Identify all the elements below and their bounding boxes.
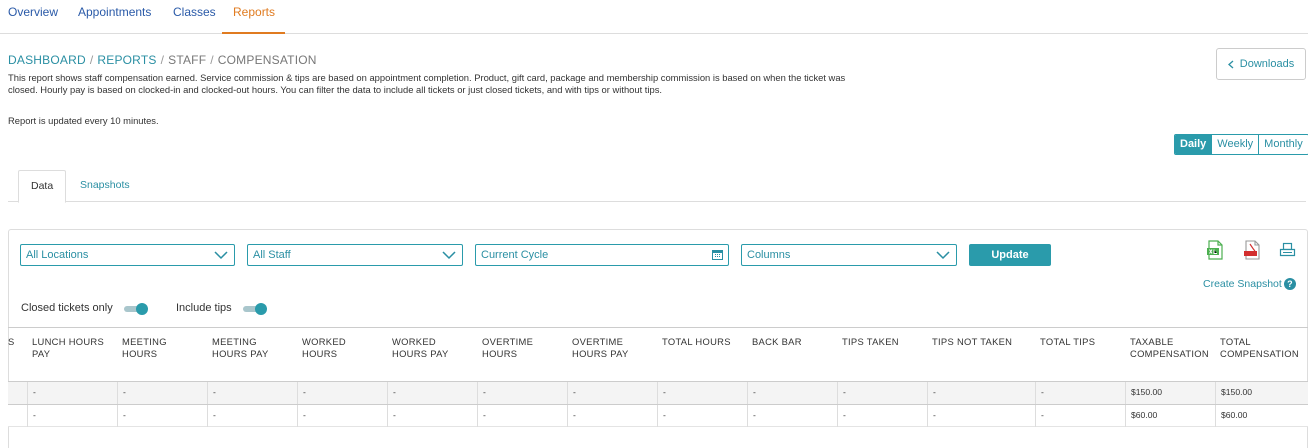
- table-cell: -: [297, 405, 387, 427]
- tab-overview[interactable]: Overview: [8, 0, 58, 34]
- table-cell: -: [747, 405, 837, 427]
- period-daily[interactable]: Daily: [1175, 135, 1212, 154]
- breadcrumb-separator: /: [89, 53, 94, 67]
- table-cell: -: [477, 382, 567, 404]
- downloads-label: Downloads: [1239, 58, 1295, 70]
- column-header[interactable]: OVERTIME HOURS: [482, 336, 564, 359]
- breadcrumb-separator: /: [210, 53, 214, 67]
- downloads-button[interactable]: Downloads: [1216, 48, 1306, 80]
- columns-select[interactable]: Columns: [741, 244, 957, 266]
- table-cell: $60.00: [1125, 405, 1215, 427]
- period-monthly[interactable]: Monthly: [1258, 135, 1308, 154]
- breadcrumb-dashboard[interactable]: DASHBOARD: [8, 53, 86, 67]
- report-subtabs: Data Snapshots: [8, 170, 1306, 203]
- column-header[interactable]: LUNCH HOURS PAY: [32, 336, 114, 359]
- column-header[interactable]: MEETING HOURS PAY: [212, 336, 294, 359]
- table-cell: -: [657, 382, 747, 404]
- chevron-left-icon: [1227, 60, 1234, 68]
- table-cell: -: [27, 405, 117, 427]
- table-cell: -: [477, 405, 567, 427]
- table-cell: -: [927, 405, 1035, 427]
- table-cell: -: [657, 405, 747, 427]
- column-header[interactable]: OVERTIME HOURS PAY: [572, 336, 654, 359]
- column-header[interactable]: BACK BAR: [752, 336, 834, 348]
- column-header[interactable]: WORKED HOURS: [302, 336, 384, 359]
- breadcrumb-current: COMPENSATION: [217, 53, 317, 67]
- chevron-down-icon: [214, 251, 228, 260]
- staff-select-value: All Staff: [253, 249, 291, 261]
- excel-export-icon[interactable]: [1206, 240, 1224, 260]
- create-snapshot-link[interactable]: Create Snapshot ?: [1203, 278, 1296, 290]
- table-cell: -: [567, 405, 657, 427]
- breadcrumb-staff: STAFF: [168, 53, 207, 67]
- breadcrumb-reports[interactable]: REPORTS: [97, 53, 156, 67]
- table-cell: -: [207, 405, 297, 427]
- table-cell: -: [837, 382, 927, 404]
- pdf-export-icon[interactable]: [1243, 240, 1261, 260]
- table-cell: -: [117, 382, 207, 404]
- table-cell: $60.00: [1215, 405, 1303, 427]
- period-toggle: Daily Weekly Monthly: [1174, 134, 1308, 155]
- column-header[interactable]: TOTAL COMPENSATION: [1220, 336, 1300, 359]
- locations-select[interactable]: All Locations: [20, 244, 235, 266]
- table-cell: -: [927, 382, 1035, 404]
- create-snapshot-label: Create Snapshot: [1203, 278, 1282, 290]
- breadcrumb: DASHBOARD / REPORTS / STAFF / COMPENSATION: [8, 53, 317, 67]
- closed-only-toggle[interactable]: [124, 303, 148, 315]
- calendar-icon: [712, 250, 723, 260]
- columns-select-value: Columns: [747, 249, 791, 261]
- column-header[interactable]: TOTAL TIPS: [1040, 336, 1122, 348]
- table-cell: -: [207, 382, 297, 404]
- column-header[interactable]: TIPS TAKEN: [842, 336, 924, 348]
- table-cell: -: [27, 382, 117, 404]
- table-cell: -: [1035, 382, 1125, 404]
- chevron-down-icon: [442, 251, 456, 260]
- column-header[interactable]: TIPS NOT TAKEN: [932, 336, 1031, 348]
- cycle-date-value: Current Cycle: [481, 249, 549, 261]
- print-icon[interactable]: [1279, 240, 1296, 260]
- table-cell: -: [567, 382, 657, 404]
- breadcrumb-separator: /: [160, 53, 165, 67]
- closed-only-label: Closed tickets only: [21, 302, 113, 314]
- tab-data[interactable]: Data: [18, 170, 67, 203]
- table-row: - - - - - - - - - - - - $60.00 $60.00: [8, 404, 1308, 427]
- table-cell: -: [1035, 405, 1125, 427]
- table-cell: -: [387, 382, 477, 404]
- table-row: - - - - - - - - - - - - $150.00 $150.00: [8, 381, 1308, 404]
- column-header[interactable]: TOTAL HOURS: [662, 336, 744, 348]
- help-icon[interactable]: ?: [1283, 278, 1296, 290]
- chevron-down-icon: [936, 251, 950, 260]
- table-cell: $150.00: [1125, 382, 1215, 404]
- tab-snapshots[interactable]: Snapshots: [68, 170, 142, 202]
- toggle-knob: [255, 303, 267, 315]
- table-top-border: [8, 327, 1308, 328]
- report-description: This report shows staff compensation ear…: [8, 72, 846, 95]
- update-button[interactable]: Update: [969, 244, 1051, 266]
- period-weekly[interactable]: Weekly: [1211, 135, 1259, 154]
- staff-select[interactable]: All Staff: [247, 244, 463, 266]
- tab-classes[interactable]: Classes: [173, 0, 216, 34]
- cycle-date-input[interactable]: Current Cycle: [475, 244, 729, 266]
- table-cell: -: [747, 382, 837, 404]
- table-cell: -: [837, 405, 927, 427]
- tab-reports[interactable]: Reports: [222, 0, 285, 34]
- tab-appointments[interactable]: Appointments: [78, 0, 151, 34]
- column-header[interactable]: TAXABLE COMPENSATION: [1130, 336, 1212, 359]
- toggle-knob: [136, 303, 148, 315]
- include-tips-label: Include tips: [176, 302, 232, 314]
- top-nav: Overview Appointments Classes Reports: [0, 0, 1308, 34]
- include-tips-toggle[interactable]: [243, 303, 267, 315]
- column-header[interactable]: WORKED HOURS PAY: [392, 336, 474, 359]
- column-header[interactable]: MEETING HOURS: [122, 336, 204, 359]
- locations-select-value: All Locations: [26, 249, 89, 261]
- column-header-clipped: S: [8, 336, 15, 347]
- update-note: Report is updated every 10 minutes.: [8, 115, 159, 126]
- table-cell: -: [117, 405, 207, 427]
- table-cell: -: [387, 405, 477, 427]
- table-cell: -: [297, 382, 387, 404]
- table-cell: $150.00: [1215, 382, 1303, 404]
